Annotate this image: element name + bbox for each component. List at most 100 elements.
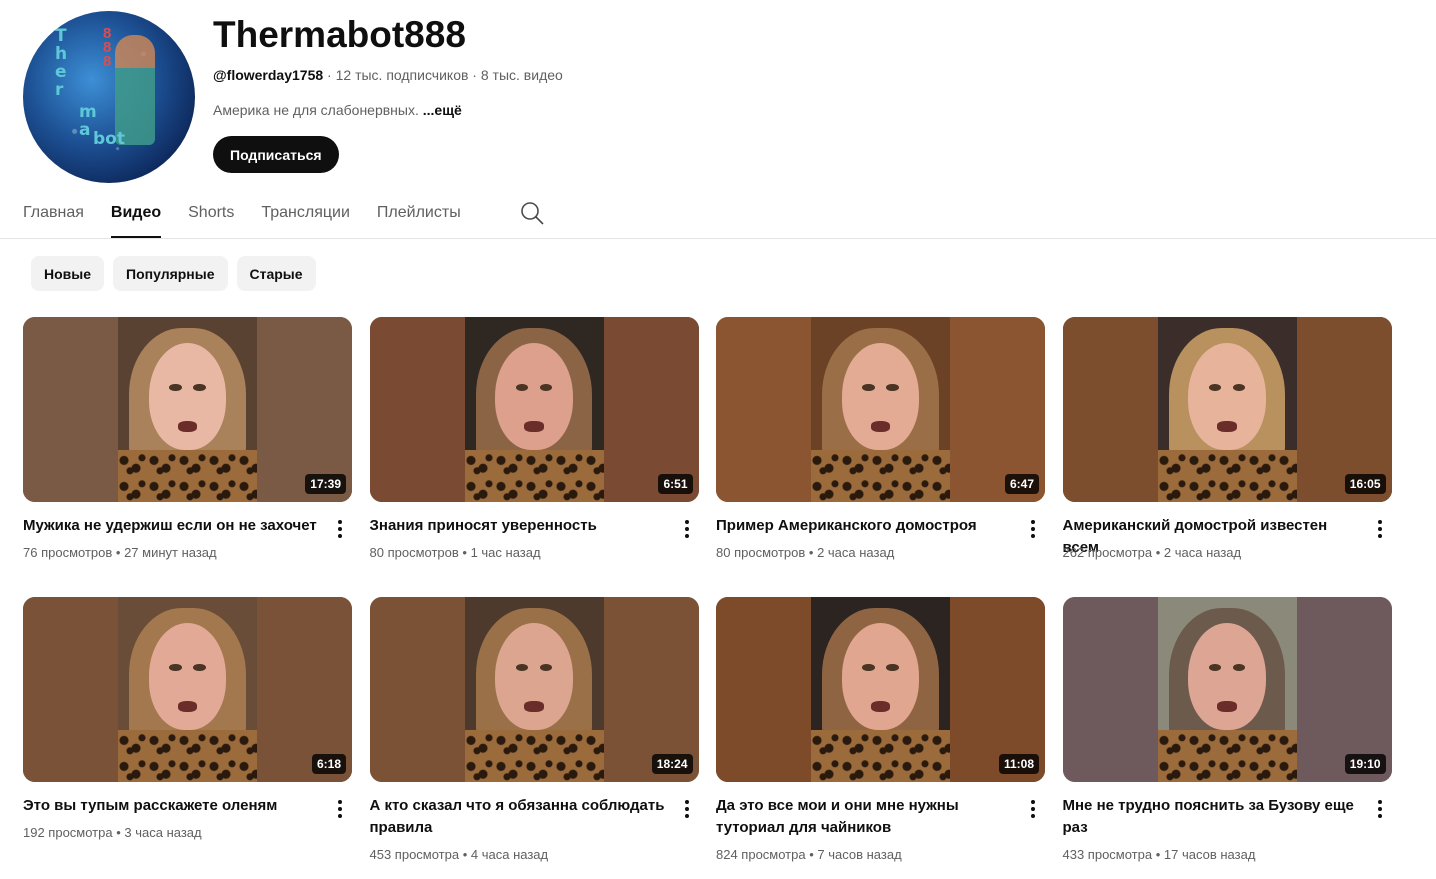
- view-count: 80 просмотров: [369, 545, 459, 560]
- thumbnail-mouth: [177, 700, 198, 712]
- subscribe-button[interactable]: Подписаться: [213, 136, 339, 173]
- video-title[interactable]: Да это все мои и они мне нужны туториал …: [716, 795, 1016, 839]
- view-count: 433 просмотра: [1062, 847, 1153, 862]
- search-icon[interactable]: [520, 201, 544, 225]
- chip-oldest[interactable]: Старые: [236, 256, 316, 291]
- thumbnail-face: [495, 342, 573, 451]
- tab-home[interactable]: Главная: [23, 191, 84, 238]
- view-count: 80 просмотров: [716, 545, 806, 560]
- thumbnail-eye: [169, 383, 182, 391]
- channel-meta: @flowerday1758 · 12 тыс. подписчиков · 8…: [213, 67, 563, 83]
- more-vert-icon[interactable]: [330, 797, 350, 821]
- video-title[interactable]: Мужика не удержиш если он не захочет: [23, 515, 323, 537]
- video-thumbnail[interactable]: 11:08: [716, 597, 1045, 782]
- thumbnail-eye: [1232, 383, 1246, 391]
- sort-chips: Новые Популярные Старые: [31, 256, 325, 291]
- thumbnail-mouth: [524, 700, 544, 712]
- tab-shorts[interactable]: Shorts: [188, 191, 234, 238]
- meta-separator: ·: [323, 67, 336, 83]
- upload-age: 2 часа назад: [817, 545, 895, 560]
- channel-tabs: Главная Видео Shorts Трансляции Плейлист…: [23, 191, 488, 239]
- tab-videos[interactable]: Видео: [110, 191, 162, 238]
- tab-live[interactable]: Трансляции: [261, 191, 350, 238]
- thumbnail-shirt: [464, 450, 604, 502]
- video-meta: 262 просмотра • 2 часа назад: [1062, 545, 1242, 560]
- thumbnail-mouth: [177, 420, 198, 432]
- upload-age: 7 часов назад: [817, 847, 902, 862]
- video-duration: 17:39: [305, 474, 346, 494]
- video-duration: 18:24: [651, 754, 693, 774]
- view-count: 824 просмотра: [716, 847, 806, 862]
- channel-description[interactable]: Америка не для слабонервных. ...ещё: [213, 102, 462, 118]
- thumbnail-eye: [862, 383, 875, 391]
- video-card[interactable]: 6:18 Это вы тупым расскажете оленям 192 …: [23, 597, 352, 877]
- video-title[interactable]: А кто сказал что я обязанна соблюдать пр…: [370, 795, 670, 839]
- thumbnail-shirt: [1157, 450, 1297, 502]
- more-link[interactable]: ...ещё: [423, 102, 462, 118]
- video-card[interactable]: 6:47 Пример Американского домостроя 80 п…: [716, 317, 1045, 597]
- video-card[interactable]: 11:08 Да это все мои и они мне нужны тут…: [716, 597, 1045, 877]
- video-thumbnail[interactable]: 6:47: [716, 317, 1045, 502]
- video-thumbnail[interactable]: 6:51: [369, 317, 699, 502]
- video-card[interactable]: 17:39 Мужика не удержиш если он не захоч…: [23, 317, 352, 597]
- upload-age: 4 часа назад: [470, 847, 549, 862]
- thumbnail-face: [841, 622, 920, 731]
- thumbnail-eye: [1232, 663, 1246, 671]
- chip-newest[interactable]: Новые: [31, 256, 105, 291]
- chip-popular[interactable]: Популярные: [113, 256, 228, 291]
- video-duration: 6:51: [658, 474, 693, 494]
- video-grid: 17:39 Мужика не удержиш если он не захоч…: [23, 317, 1392, 877]
- more-vert-icon[interactable]: [1023, 797, 1043, 821]
- thumbnail-eye: [539, 663, 553, 671]
- more-vert-icon[interactable]: [330, 517, 350, 541]
- video-thumbnail[interactable]: 17:39: [23, 317, 352, 502]
- upload-age: 17 часов назад: [1163, 847, 1256, 862]
- thumbnail-blur-left: [716, 317, 811, 502]
- video-duration: 6:18: [311, 754, 346, 774]
- thumbnail-shirt: [464, 730, 604, 782]
- thumbnail-eye: [169, 663, 182, 671]
- thumbnail-mouth: [870, 700, 891, 712]
- thumbnail-blur-left: [23, 597, 118, 782]
- more-vert-icon[interactable]: [677, 797, 697, 821]
- thumbnail-frame: [1157, 597, 1297, 782]
- video-thumbnail[interactable]: 18:24: [369, 597, 699, 782]
- video-title[interactable]: Пример Американского домостроя: [716, 515, 1016, 537]
- thumbnail-frame: [118, 317, 257, 502]
- thumbnail-mouth: [524, 420, 544, 432]
- video-card[interactable]: 6:51 Знания приносят уверенность 80 прос…: [369, 317, 699, 597]
- thumbnail-frame: [464, 597, 604, 782]
- video-card[interactable]: 18:24 А кто сказал что я обязанна соблюд…: [369, 597, 699, 877]
- thumbnail-eye: [886, 663, 899, 671]
- video-title[interactable]: Знания приносят уверенность: [370, 515, 670, 537]
- upload-age: 27 минут назад: [124, 545, 217, 560]
- thumbnail-shirt: [118, 450, 257, 502]
- description-text: Америка не для слабонервных.: [213, 102, 423, 118]
- thumbnail-blur-left: [1062, 317, 1158, 502]
- thumbnail-blur-left: [369, 597, 465, 782]
- thumbnail-shirt: [811, 450, 950, 502]
- video-thumbnail[interactable]: 6:18: [23, 597, 352, 782]
- thumbnail-frame: [811, 317, 950, 502]
- thumbnail-face: [495, 622, 573, 731]
- video-meta: 76 просмотров • 27 минут назад: [23, 545, 217, 560]
- video-meta: 80 просмотров • 2 часа назад: [716, 545, 895, 560]
- thumbnail-shirt: [118, 730, 257, 782]
- tab-playlists[interactable]: Плейлисты: [377, 191, 461, 238]
- channel-avatar[interactable]: T h e r 8 8 8 m a bot: [23, 11, 195, 183]
- video-title[interactable]: Это вы тупым расскажете оленям: [23, 795, 323, 817]
- video-thumbnail[interactable]: 16:05: [1062, 317, 1392, 502]
- more-vert-icon[interactable]: [677, 517, 697, 541]
- more-vert-icon[interactable]: [1370, 517, 1390, 541]
- thumbnail-blur-left: [369, 317, 465, 502]
- video-title[interactable]: Мне не трудно пояснить за Бузову еще раз: [1063, 795, 1363, 839]
- video-thumbnail[interactable]: 19:10: [1062, 597, 1392, 782]
- video-card[interactable]: 19:10 Мне не трудно пояснить за Бузову е…: [1062, 597, 1392, 877]
- video-card[interactable]: 16:05 Американский домострой известен вс…: [1062, 317, 1392, 597]
- subscriber-count: 12 тыс. подписчиков: [335, 67, 469, 83]
- channel-handle[interactable]: @flowerday1758: [213, 67, 323, 83]
- view-count: 192 просмотра: [23, 825, 113, 840]
- meta-separator: ·: [468, 67, 481, 83]
- more-vert-icon[interactable]: [1023, 517, 1043, 541]
- more-vert-icon[interactable]: [1370, 797, 1390, 821]
